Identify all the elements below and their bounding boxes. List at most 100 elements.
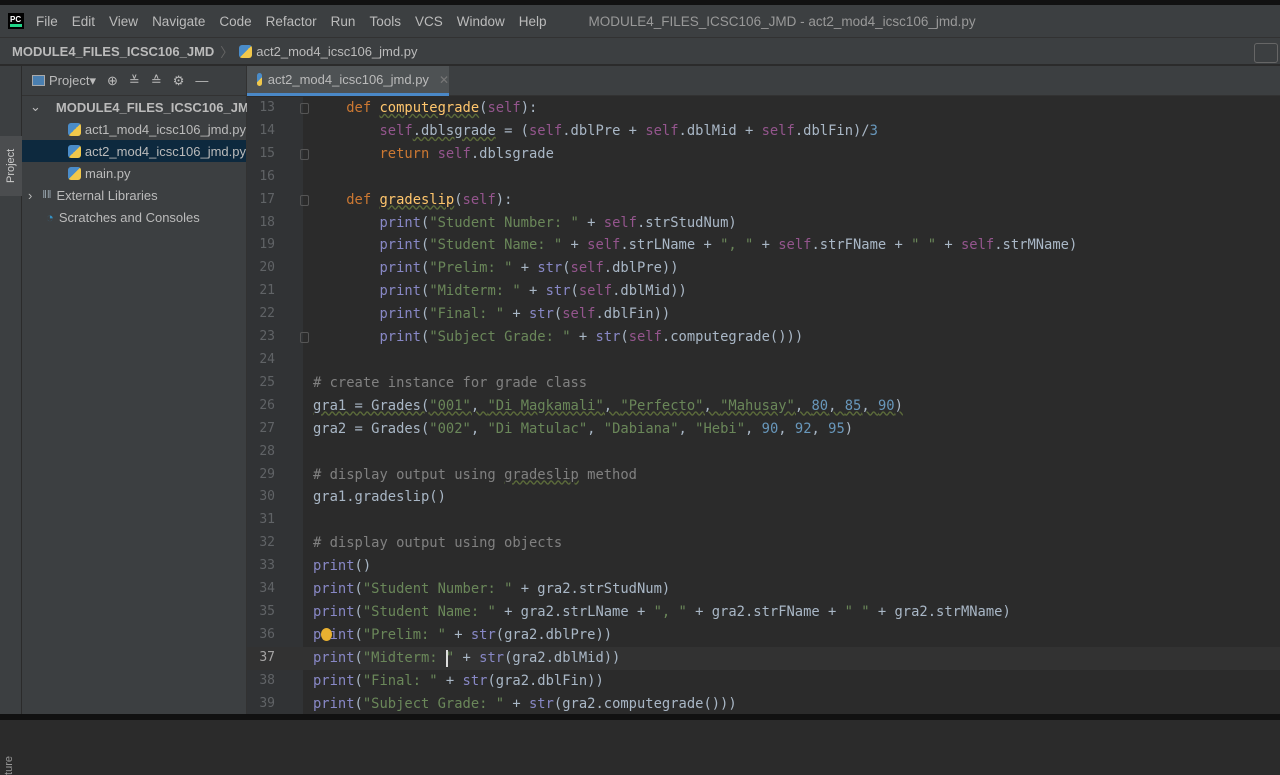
breadcrumb-separator-icon: 〉: [220, 44, 234, 60]
menu-view[interactable]: View: [109, 14, 138, 29]
menu-run[interactable]: Run: [331, 14, 356, 29]
line-number: 16: [259, 168, 275, 184]
code-line[interactable]: 29 # display output using gradeslip metho…: [247, 464, 1280, 487]
code-text[interactable]: print(): [313, 555, 371, 578]
code-line[interactable]: 16: [247, 166, 1280, 189]
code-line[interactable]: 34 print("Student Number: " + gra2.strStu…: [247, 578, 1280, 601]
tree-item[interactable]: ⌄ MODULE4_FILES_ICSC106_JMD: [22, 96, 258, 118]
code-line[interactable]: 27 gra2 = Grades("002", "Di Matulac", "Da…: [247, 418, 1280, 441]
code-line[interactable]: 36 print("Prelim: " + str(gra2.dblPre)): [247, 624, 1280, 647]
menu-file[interactable]: File: [36, 14, 58, 29]
code-line[interactable]: 26 gra1 = Grades("001", "Di Magkamali", "…: [247, 395, 1280, 418]
tree-item[interactable]: ◔ Scratches and Consoles: [22, 206, 246, 228]
code-editor[interactable]: 13 def computegrade(self): 14 self.dblsgr…: [247, 97, 1280, 715]
close-icon[interactable]: ✕: [439, 73, 449, 87]
python-file-icon: [68, 166, 81, 180]
code-text[interactable]: # display output using gradeslip method: [313, 464, 637, 487]
code-text[interactable]: print("Final: " + str(gra2.dblFin)): [313, 670, 604, 693]
code-text[interactable]: print("Prelim: " + str(gra2.dblPre)): [313, 624, 612, 647]
code-line[interactable]: 24: [247, 349, 1280, 372]
code-line[interactable]: 18 print("Student Number: " + self.strSt…: [247, 212, 1280, 235]
code-line[interactable]: 37 print("Midterm: " + str(gra2.dblMid)): [247, 646, 1280, 670]
code-text[interactable]: print("Midterm: " + str(self.dblMid)): [313, 280, 686, 303]
fold-marker-icon[interactable]: [300, 148, 309, 160]
breadcrumb-project[interactable]: MODULE4_FILES_ICSC106_JMD: [12, 44, 214, 59]
code-text[interactable]: print("Student Name: " + gra2.strLName +…: [313, 601, 1011, 624]
hide-panel-icon[interactable]: —: [195, 73, 208, 88]
menu-vcs[interactable]: VCS: [415, 14, 443, 29]
code-token: (: [570, 283, 579, 300]
locate-file-icon[interactable]: ⊕: [107, 73, 118, 89]
code-line[interactable]: 14 self.dblsgrade = (self.dblPre + self.…: [247, 120, 1280, 143]
project-view-dropdown[interactable]: Project▾: [32, 73, 96, 89]
structure-tool-button[interactable]: ture: [3, 756, 15, 775]
python-interpreter-button[interactable]: [1254, 43, 1278, 63]
code-line[interactable]: 20 print("Prelim: " + str(self.dblPre)): [247, 257, 1280, 280]
code-line[interactable]: 30 gra1.gradeslip(): [247, 486, 1280, 509]
code-text[interactable]: print("Midterm: " + str(gra2.dblMid)): [313, 647, 620, 670]
code-line[interactable]: 38 print("Final: " + str(gra2.dblFin)): [247, 670, 1280, 693]
code-text[interactable]: gra1.gradeslip(): [313, 486, 446, 509]
code-line[interactable]: 33 print(): [247, 555, 1280, 578]
gear-icon[interactable]: ⚙: [173, 73, 185, 89]
tree-item[interactable]: act2_mod4_icsc106_jmd.py: [22, 140, 246, 162]
code-text[interactable]: self.dblsgrade = (self.dblPre + self.dbl…: [313, 120, 877, 143]
code-text[interactable]: def computegrade(self):: [313, 97, 537, 120]
code-text[interactable]: print("Student Number: " + gra2.strStudN…: [313, 578, 670, 601]
chevron-down-icon[interactable]: ⌄: [30, 99, 41, 115]
code-line[interactable]: 35 print("Student Name: " + gra2.strLName…: [247, 601, 1280, 624]
menu-code[interactable]: Code: [219, 14, 251, 29]
code-line[interactable]: 23 print("Subject Grade: " + str(self.co…: [247, 326, 1280, 349]
tree-item[interactable]: › ‖‖ External Libraries: [22, 184, 246, 206]
code-line[interactable]: 31: [247, 509, 1280, 532]
code-token: (gra2.dblPre)): [495, 626, 613, 643]
code-line[interactable]: 28: [247, 441, 1280, 464]
code-token: ,: [678, 420, 696, 437]
code-text[interactable]: # create instance for grade class: [313, 372, 587, 395]
line-number: 37: [259, 649, 275, 665]
code-text[interactable]: print("Final: " + str(self.dblFin)): [313, 303, 670, 326]
code-text[interactable]: print("Student Name: " + self.strLName +…: [313, 234, 1077, 257]
tree-item[interactable]: main.py: [22, 162, 246, 184]
code-line[interactable]: 32 # display output using objects: [247, 532, 1280, 555]
code-text[interactable]: return self.dblsgrade: [313, 143, 553, 166]
code-token: str: [470, 626, 496, 643]
collapse-all-icon[interactable]: ≙: [151, 73, 162, 89]
menu-refactor[interactable]: Refactor: [266, 14, 317, 29]
code-text[interactable]: print("Subject Grade: " + str(self.compu…: [313, 326, 803, 349]
tree-item[interactable]: act1_mod4_icsc106_jmd.py: [22, 118, 246, 140]
code-line[interactable]: 39 print("Subject Grade: " + str(gra2.com…: [247, 693, 1280, 716]
code-line[interactable]: 15 return self.dblsgrade: [247, 143, 1280, 166]
code-text[interactable]: print("Subject Grade: " + str(gra2.compu…: [313, 693, 737, 716]
fold-marker-icon[interactable]: [300, 332, 309, 344]
code-line[interactable]: 17 def gradeslip(self):: [247, 189, 1280, 212]
menu-edit[interactable]: Edit: [72, 14, 95, 29]
menu-window[interactable]: Window: [457, 14, 505, 29]
lightbulb-icon[interactable]: [321, 627, 332, 641]
tab-act2[interactable]: act2_mod4_icsc106_jmd.py ✕: [247, 66, 449, 96]
breadcrumb-file[interactable]: act2_mod4_icsc106_jmd.py: [256, 44, 417, 59]
menu-help[interactable]: Help: [519, 14, 547, 29]
code-text[interactable]: # display output using objects: [313, 532, 562, 555]
code-line[interactable]: 25 # create instance for grade class: [247, 372, 1280, 395]
fold-marker-icon[interactable]: [300, 103, 309, 114]
chevron-right-icon[interactable]: ›: [28, 188, 32, 203]
project-tool-button[interactable]: Project: [0, 136, 22, 196]
code-line[interactable]: 21 print("Midterm: " + str(self.dblMid)): [247, 280, 1280, 303]
code-text[interactable]: print("Prelim: " + str(self.dblPre)): [313, 257, 678, 280]
code-line[interactable]: 19 print("Student Name: " + self.strLNam…: [247, 234, 1280, 257]
expand-all-icon[interactable]: ≚: [129, 73, 140, 89]
menu-navigate[interactable]: Navigate: [152, 14, 205, 29]
code-token: +: [437, 672, 463, 689]
menu-tools[interactable]: Tools: [369, 14, 401, 29]
code-text[interactable]: def gradeslip(self):: [313, 189, 512, 212]
editor-tabs: act2_mod4_icsc106_jmd.py ✕: [247, 66, 1280, 96]
code-text[interactable]: print("Student Number: " + self.strStudN…: [313, 212, 736, 235]
code-token: print: [313, 695, 355, 712]
code-line[interactable]: 13 def computegrade(self):: [247, 97, 1280, 120]
fold-marker-icon[interactable]: [300, 194, 309, 206]
code-line[interactable]: 22 print("Final: " + str(self.dblFin)): [247, 303, 1280, 326]
line-number: 33: [259, 558, 275, 574]
code-text[interactable]: gra2 = Grades("002", "Di Matulac", "Dabi…: [313, 418, 853, 441]
code-text[interactable]: gra1 = Grades("001", "Di Magkamali", "Pe…: [313, 395, 903, 418]
